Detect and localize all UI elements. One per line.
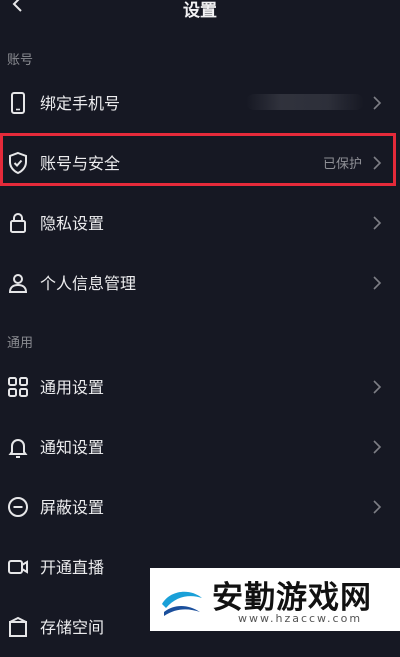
- setting-label: 开通直播: [40, 558, 105, 577]
- setting-label: 屏蔽设置: [40, 498, 105, 517]
- live-camera-icon: [8, 560, 28, 574]
- phone-icon: [11, 92, 25, 114]
- phone-number-blurred: [246, 94, 364, 110]
- chevron-right-icon: [373, 380, 382, 394]
- section-header-general: 通用: [7, 336, 34, 351]
- block-icon: [8, 497, 28, 517]
- setting-row-notifications[interactable]: 通知设置: [0, 417, 400, 477]
- setting-label: 隐私设置: [40, 214, 105, 233]
- setting-row-block[interactable]: 屏蔽设置: [0, 477, 400, 537]
- chevron-right-icon: [373, 96, 382, 110]
- chevron-right-icon: [373, 500, 382, 514]
- setting-row-bind-phone[interactable]: 绑定手机号: [0, 73, 400, 133]
- chevron-right-icon: [373, 440, 382, 454]
- setting-label: 绑定手机号: [40, 94, 121, 113]
- lock-icon: [10, 213, 26, 233]
- storage-icon: [9, 616, 27, 637]
- header-bar: 设置: [0, 0, 400, 22]
- setting-row-privacy[interactable]: 隐私设置: [0, 193, 400, 253]
- chevron-right-icon: [373, 276, 382, 290]
- watermark-logo-icon: [158, 576, 206, 624]
- watermark-name: 安勤游戏网: [212, 580, 372, 616]
- watermark-url: www.hzaccw.com: [238, 612, 363, 625]
- setting-row-personal-info[interactable]: 个人信息管理: [0, 253, 400, 313]
- bell-icon: [8, 439, 28, 458]
- setting-label: 通用设置: [40, 378, 105, 397]
- setting-row-general[interactable]: 通用设置: [0, 357, 400, 417]
- watermark: 安勤游戏网 www.hzaccw.com: [150, 568, 400, 631]
- setting-label: 通知设置: [40, 438, 105, 457]
- chevron-right-icon: [373, 216, 382, 230]
- highlight-box: [0, 133, 396, 186]
- setting-label: 个人信息管理: [40, 274, 137, 293]
- section-header-account: 账号: [7, 53, 34, 68]
- grid-icon: [8, 377, 28, 397]
- setting-label: 存储空间: [40, 618, 105, 637]
- person-icon: [8, 274, 28, 293]
- page-title: 设置: [183, 1, 217, 21]
